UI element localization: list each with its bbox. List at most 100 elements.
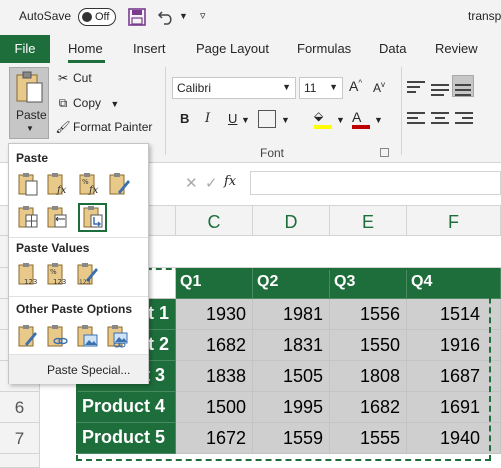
quick-access-customize-icon[interactable]: ▿ bbox=[200, 9, 206, 22]
top-align-icon[interactable] bbox=[407, 81, 425, 97]
value-cell[interactable]: 1687 bbox=[407, 361, 501, 392]
insert-function-icon[interactable]: fx bbox=[224, 174, 236, 189]
font-size-select[interactable]: 11 ▼ bbox=[299, 77, 343, 99]
value-cell[interactable]: 1930 bbox=[176, 299, 253, 330]
tab-review[interactable]: Review bbox=[435, 41, 478, 56]
fill-color-button[interactable]: ⬙ bbox=[314, 109, 332, 129]
column-header-d[interactable]: D bbox=[253, 206, 330, 236]
font-color-bar bbox=[352, 125, 370, 129]
underline-button[interactable]: U bbox=[228, 111, 237, 126]
paste-values-source-formatting-icon[interactable]: 123 bbox=[76, 262, 98, 286]
row-header-6[interactable]: 6 bbox=[0, 392, 40, 423]
font-name-select[interactable]: Calibri ▼ bbox=[172, 77, 296, 99]
paste-no-borders-icon[interactable] bbox=[17, 205, 39, 229]
value-cell[interactable]: 1831 bbox=[253, 330, 330, 361]
borders-icon[interactable] bbox=[258, 110, 276, 128]
value-cell[interactable]: 1505 bbox=[253, 361, 330, 392]
ribbon-tabs: File Home Insert Page Layout Formulas Da… bbox=[0, 35, 501, 63]
tab-formulas[interactable]: Formulas bbox=[297, 41, 351, 56]
paste-linked-picture-icon[interactable] bbox=[106, 324, 128, 348]
value-cell[interactable]: 1556 bbox=[330, 299, 407, 330]
font-color-dropdown-icon[interactable]: ▼ bbox=[374, 115, 383, 125]
value-cell[interactable]: 1682 bbox=[330, 392, 407, 423]
tab-page-layout[interactable]: Page Layout bbox=[196, 41, 269, 56]
tab-file[interactable]: File bbox=[0, 35, 50, 63]
value-cell[interactable]: 1682 bbox=[176, 330, 253, 361]
tab-insert[interactable]: Insert bbox=[133, 41, 166, 56]
copy-icon: ⧉ bbox=[58, 96, 68, 110]
value-cell[interactable]: 1916 bbox=[407, 330, 501, 361]
decrease-font-size-icon[interactable]: Av bbox=[373, 80, 385, 95]
paste-picture-icon[interactable] bbox=[76, 324, 98, 348]
enter-icon[interactable]: ✓ bbox=[205, 174, 218, 192]
table-header-cell[interactable]: Q2 bbox=[253, 268, 330, 299]
fill-color-dropdown-icon[interactable]: ▼ bbox=[336, 115, 345, 125]
copy-dropdown-icon[interactable]: ▼ bbox=[110, 99, 119, 109]
align-center-icon[interactable] bbox=[431, 112, 449, 128]
middle-align-icon[interactable] bbox=[431, 81, 449, 97]
column-header-c[interactable]: C bbox=[176, 206, 253, 236]
svg-text:123: 123 bbox=[79, 279, 91, 286]
value-cell[interactable]: 1559 bbox=[253, 423, 330, 454]
table-header-cell[interactable]: Q1 bbox=[176, 268, 253, 299]
cut-button[interactable]: ✂ Cut bbox=[55, 71, 92, 85]
column-header-f[interactable]: F bbox=[407, 206, 501, 236]
value-cell[interactable]: 1555 bbox=[330, 423, 407, 454]
align-left-icon[interactable] bbox=[407, 112, 425, 128]
format-painter-label: Format Painter bbox=[73, 120, 153, 134]
paste-transpose-icon[interactable] bbox=[82, 205, 104, 229]
product-label-cell[interactable]: Product 4 bbox=[76, 392, 176, 423]
paste-icon[interactable] bbox=[17, 172, 39, 196]
value-cell[interactable]: 1995 bbox=[253, 392, 330, 423]
value-cell[interactable]: 1808 bbox=[330, 361, 407, 392]
font-color-button[interactable]: A bbox=[352, 109, 370, 129]
value-cell[interactable]: 1672 bbox=[176, 423, 253, 454]
svg-text:%: % bbox=[50, 268, 57, 276]
table-header-cell[interactable]: Q3 bbox=[330, 268, 407, 299]
bold-button[interactable]: B bbox=[180, 111, 189, 126]
underline-dropdown-icon[interactable]: ▼ bbox=[241, 115, 250, 125]
row-header-8[interactable] bbox=[0, 454, 40, 468]
paste-values-icon[interactable]: 123 bbox=[17, 262, 39, 286]
value-cell[interactable]: 1514 bbox=[407, 299, 501, 330]
paste-formulas-number-formatting-icon[interactable]: %fx bbox=[78, 172, 100, 196]
italic-button[interactable]: I bbox=[205, 111, 210, 126]
paste-link-icon[interactable] bbox=[46, 324, 68, 348]
value-cell[interactable]: 1691 bbox=[407, 392, 501, 423]
borders-dropdown-icon[interactable]: ▼ bbox=[281, 115, 290, 125]
font-dialog-launcher-icon[interactable] bbox=[380, 148, 389, 157]
value-cell[interactable]: 1981 bbox=[253, 299, 330, 330]
bottom-align-icon[interactable] bbox=[452, 75, 474, 97]
paste-formatting-icon[interactable] bbox=[17, 324, 39, 348]
value-cell[interactable]: 1940 bbox=[407, 423, 501, 454]
paste-special-link[interactable]: Paste Special... bbox=[47, 363, 130, 377]
paste-special-row[interactable]: Paste Special... bbox=[9, 354, 148, 384]
undo-icon[interactable] bbox=[157, 9, 175, 25]
row-header-7[interactable]: 7 bbox=[0, 423, 40, 454]
save-icon[interactable] bbox=[128, 8, 146, 26]
paste-formulas-icon[interactable]: fx bbox=[46, 172, 68, 196]
toggle-knob bbox=[82, 12, 92, 22]
cancel-icon[interactable]: ✕ bbox=[185, 174, 198, 192]
paste-keep-source-formatting-icon[interactable] bbox=[108, 172, 130, 196]
column-header-e[interactable]: E bbox=[330, 206, 407, 236]
tab-home[interactable]: Home bbox=[68, 41, 103, 56]
copy-button[interactable]: ⧉ Copy ▼ bbox=[55, 96, 120, 111]
value-cell[interactable]: 1500 bbox=[176, 392, 253, 423]
paste-keep-column-widths-icon[interactable] bbox=[46, 205, 68, 229]
value-cell[interactable]: 1838 bbox=[176, 361, 253, 392]
align-right-icon[interactable] bbox=[455, 112, 473, 128]
autosave-toggle[interactable]: Off bbox=[78, 8, 116, 26]
font-color-letter: A bbox=[352, 109, 362, 125]
undo-dropdown-icon[interactable]: ▼ bbox=[179, 11, 188, 21]
tab-data[interactable]: Data bbox=[379, 41, 406, 56]
paste-button[interactable]: Paste ▼ bbox=[9, 67, 49, 139]
product-label-cell[interactable]: Product 5 bbox=[76, 423, 176, 454]
formula-input[interactable] bbox=[250, 171, 501, 195]
value-cell[interactable]: 1550 bbox=[330, 330, 407, 361]
format-painter-button[interactable]: 🖌 Format Painter bbox=[55, 120, 152, 134]
increase-font-size-icon[interactable]: A^ bbox=[349, 78, 362, 94]
paste-values-number-formatting-icon[interactable]: % 123 bbox=[46, 262, 68, 286]
table-header-cell[interactable]: Q4 bbox=[407, 268, 501, 299]
font-name-value: Calibri bbox=[177, 81, 212, 95]
